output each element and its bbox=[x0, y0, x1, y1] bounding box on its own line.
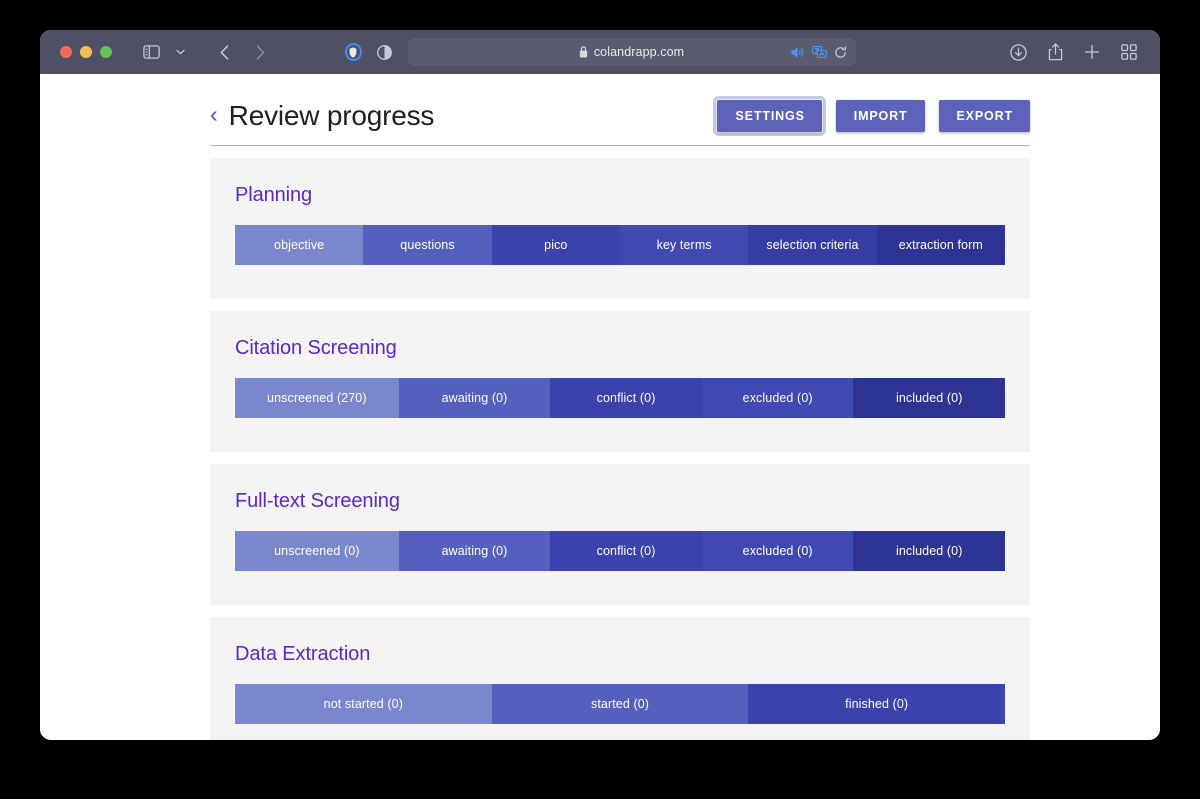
progress-segment[interactable]: included (0) bbox=[853, 378, 1005, 418]
progress-segment[interactable]: extraction form bbox=[876, 225, 1005, 265]
import-button[interactable]: IMPORT bbox=[835, 100, 925, 132]
section-title: Citation Screening bbox=[235, 337, 397, 359]
header-divider bbox=[210, 145, 1030, 146]
progress-segment[interactable]: conflict (0) bbox=[550, 531, 702, 571]
progress-segment[interactable]: objective bbox=[235, 225, 364, 265]
progress-section-card: Citation Screening unscreened (270) awaiti… bbox=[210, 311, 1030, 452]
section-title: Planning bbox=[235, 184, 313, 206]
progress-sections: Planning objective questions pico key terms s… bbox=[40, 158, 1160, 740]
reader-view-icon[interactable] bbox=[372, 39, 398, 65]
back-arrow-icon[interactable] bbox=[211, 39, 237, 65]
url-text: colandrapp.com bbox=[593, 45, 685, 59]
progress-segment[interactable]: conflict (0) bbox=[550, 378, 702, 418]
progress-segment[interactable]: not started (0) bbox=[235, 684, 492, 724]
progress-segment[interactable]: pico bbox=[491, 225, 620, 265]
close-window-button[interactable] bbox=[60, 46, 72, 58]
window-controls bbox=[60, 46, 112, 58]
page-content: ‹ Review progress SETTINGS IMPORT EXPORT… bbox=[40, 74, 1160, 740]
progress-segment[interactable]: unscreened (270) bbox=[235, 378, 399, 418]
progress-segment[interactable]: included (0) bbox=[853, 531, 1005, 571]
sidebar-icon[interactable] bbox=[138, 39, 164, 65]
maximize-window-button[interactable] bbox=[100, 46, 112, 58]
progress-segment[interactable]: selection criteria bbox=[748, 225, 877, 265]
progress-bar: objective questions pico key terms selection… bbox=[235, 225, 1005, 265]
address-bar-cluster: colandrapp.com bbox=[40, 38, 1160, 66]
progress-segment[interactable]: unscreened (0) bbox=[235, 531, 399, 571]
tab-overview-icon[interactable] bbox=[1116, 39, 1142, 65]
share-icon[interactable] bbox=[1042, 39, 1068, 65]
progress-segment[interactable]: awaiting (0) bbox=[398, 378, 551, 418]
url-display: colandrapp.com bbox=[579, 45, 684, 59]
back-navigation-icon[interactable]: ‹ bbox=[210, 103, 218, 126]
progress-segment[interactable]: excluded (0) bbox=[701, 531, 854, 571]
page-header: ‹ Review progress SETTINGS IMPORT EXPORT bbox=[40, 74, 1160, 136]
header-action-buttons: SETTINGS IMPORT EXPORT bbox=[713, 96, 1030, 136]
toolbar-right-actions bbox=[1005, 39, 1146, 65]
url-bar-actions bbox=[790, 45, 847, 59]
translate-icon[interactable] bbox=[811, 46, 827, 58]
privacy-shield-icon[interactable] bbox=[344, 43, 362, 61]
export-button[interactable]: EXPORT bbox=[938, 100, 1030, 132]
progress-section-card: Planning objective questions pico key terms s… bbox=[210, 158, 1030, 299]
forward-arrow-icon[interactable] bbox=[247, 39, 273, 65]
speaker-mute-icon[interactable] bbox=[790, 47, 805, 58]
reload-icon[interactable] bbox=[834, 45, 847, 59]
minimize-window-button[interactable] bbox=[80, 46, 92, 58]
progress-section-card: Full-text Screening unscreened (0) awaitin… bbox=[210, 464, 1030, 605]
progress-segment[interactable]: awaiting (0) bbox=[398, 531, 551, 571]
browser-toolbar: colandrapp.com bbox=[40, 30, 1160, 74]
section-title: Data Extraction bbox=[235, 643, 371, 665]
download-icon[interactable] bbox=[1005, 39, 1031, 65]
settings-button[interactable]: SETTINGS bbox=[713, 96, 826, 136]
progress-bar: unscreened (270) awaiting (0) conflict (0)… bbox=[235, 378, 1005, 418]
page-viewport: ‹ Review progress SETTINGS IMPORT EXPORT… bbox=[40, 74, 1160, 740]
progress-segment[interactable]: questions bbox=[363, 225, 492, 265]
progress-bar: unscreened (0) awaiting (0) conflict (0) ex… bbox=[235, 531, 1005, 571]
sidebar-controls bbox=[138, 39, 193, 65]
chevron-down-icon[interactable] bbox=[167, 39, 193, 65]
progress-section-card: Data Extraction not started (0) started (0… bbox=[210, 617, 1030, 740]
plus-icon[interactable] bbox=[1079, 39, 1105, 65]
progress-segment[interactable]: excluded (0) bbox=[701, 378, 854, 418]
progress-segment[interactable]: key terms bbox=[619, 225, 749, 265]
page-title: Review progress bbox=[228, 100, 435, 131]
lock-icon bbox=[579, 46, 588, 58]
progress-bar: not started (0) started (0) finished (0) bbox=[235, 684, 1005, 724]
navigation-controls bbox=[211, 39, 273, 65]
section-title: Full-text Screening bbox=[235, 490, 400, 512]
progress-segment[interactable]: finished (0) bbox=[748, 684, 1005, 724]
browser-window: colandrapp.com ‹ Review progress SETTING… bbox=[40, 30, 1160, 740]
progress-segment[interactable]: started (0) bbox=[491, 684, 749, 724]
url-bar[interactable]: colandrapp.com bbox=[407, 38, 856, 66]
